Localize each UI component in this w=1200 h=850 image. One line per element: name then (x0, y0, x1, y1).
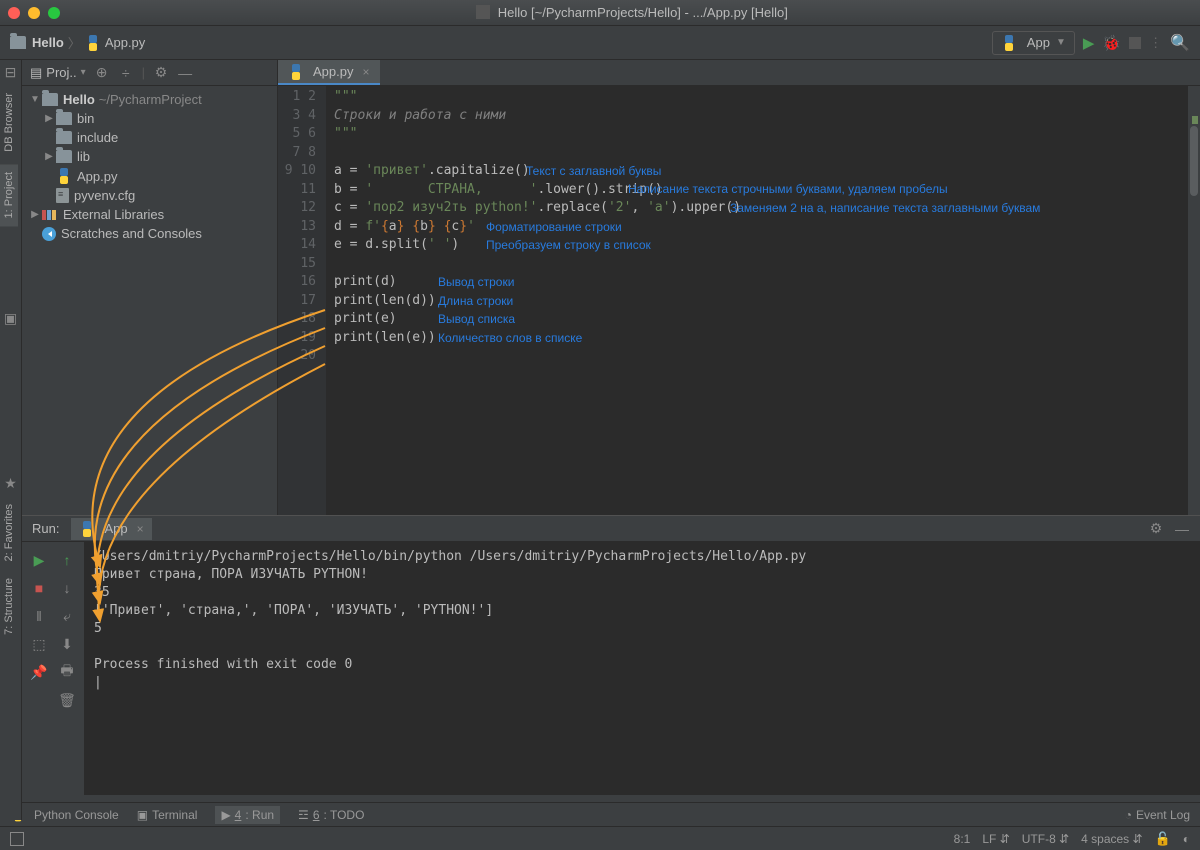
tree-file[interactable]: App.py (22, 166, 277, 186)
folder-icon (10, 36, 26, 49)
scroll-button[interactable]: ⬇ (56, 633, 78, 655)
trash-button[interactable]: 🗑 (56, 689, 78, 711)
stop-button[interactable]: ■ (28, 577, 50, 599)
run-panel-title: Run: (32, 521, 59, 536)
bottom-tab-terminal[interactable]: ▣ Terminal (137, 808, 198, 822)
bottom-tab-event-log[interactable]: ◔ Event Log (1125, 808, 1190, 822)
db-icon: ⊟ (0, 60, 21, 85)
exit-button[interactable]: ⬚ (28, 633, 50, 655)
line-gutter[interactable]: 1 2 3 4 5 6 7 8 9 10 11 12 13 14 15 16 1… (278, 86, 326, 515)
status-inspections-icon[interactable]: ◐ (1183, 832, 1190, 846)
print-button[interactable]: 🖶 (56, 661, 78, 683)
tree-folder[interactable]: ▶bin (22, 109, 277, 128)
code-annotation: Преобразуем строку в список (486, 238, 651, 252)
tree-external-libs[interactable]: ▶External Libraries (22, 205, 277, 224)
tree-root[interactable]: ▼Hello~/PycharmProject (22, 90, 277, 109)
bottom-tab-python-console[interactable]: Python Console (10, 807, 119, 823)
code-annotation: Количество слов в списке (438, 331, 582, 345)
debug-button[interactable]: 🐞 (1102, 34, 1121, 52)
window-title: Hello [~/PycharmProjects/Hello] - .../Ap… (72, 5, 1192, 20)
chevron-down-icon: ▼ (1056, 37, 1066, 48)
breadcrumb-root[interactable]: Hello (32, 35, 64, 50)
run-toolbar: ▶ ↑ ■ ↓ ‖ ⤶ ⬚ ⬇ 📌 🖶 🗑 (22, 542, 84, 795)
sidebar-tab-db-browser[interactable]: DB Browser (0, 85, 18, 160)
run-tab[interactable]: App × (71, 518, 151, 540)
breadcrumb-file[interactable]: App.py (105, 35, 145, 50)
status-caret-pos[interactable]: 8:1 (954, 832, 971, 846)
code-annotation: Текст с заглавной буквы (526, 164, 661, 178)
code-annotation: Длина строки (438, 294, 513, 308)
python-icon (85, 35, 101, 51)
folder-icon: ▣ (0, 306, 21, 331)
breadcrumb-sep: 〉 (68, 33, 81, 52)
minimize-window-icon[interactable] (28, 7, 40, 19)
app-icon (476, 5, 490, 19)
hide-icon[interactable]: — (177, 65, 193, 81)
tree-folder[interactable]: ▶lib (22, 147, 277, 166)
bottom-tab-todo[interactable]: ☲ 6: TODO (298, 808, 364, 822)
run-button[interactable]: ▶ (1083, 34, 1095, 52)
sidebar-tab-favorites[interactable]: 2: Favorites (0, 496, 18, 569)
code-editor[interactable]: App.py × 1 2 3 4 5 6 7 8 9 10 11 12 13 1… (278, 60, 1200, 515)
tree-folder[interactable]: include (22, 128, 277, 147)
run-tool-window: Run: App × ⚙ — ▶ ↑ ■ ↓ ‖ ⤶ ⬚ ⬇ 📌 🖶 🗑 /Users/d… (22, 515, 1200, 795)
bottom-tool-stripe: Python Console ▣ Terminal ▶ 4: Run ☲ 6: … (0, 802, 1200, 826)
run-output[interactable]: /Users/dmitriy/PycharmProjects/Hello/bin… (84, 542, 1200, 795)
close-tab-icon[interactable]: × (137, 522, 144, 536)
code-annotation: Заменяем 2 на а, написание текста заглав… (730, 201, 1040, 215)
maximize-window-icon[interactable] (48, 7, 60, 19)
python-icon (79, 521, 95, 537)
pin-button[interactable]: 📌 (28, 661, 50, 683)
code-annotation: Форматирование строки (486, 220, 622, 234)
tree-file[interactable]: pyvenv.cfg (22, 186, 277, 205)
titlebar: Hello [~/PycharmProjects/Hello] - .../Ap… (0, 0, 1200, 26)
vertical-scrollbar[interactable] (1188, 86, 1200, 515)
star-icon: ★ (0, 471, 21, 496)
readonly-lock-icon[interactable]: 🔓 (1155, 831, 1171, 847)
close-window-icon[interactable] (8, 7, 20, 19)
scroll-thumb[interactable] (1190, 126, 1198, 196)
project-tool-window: ▤ Proj..▾ ⊕ ÷ | ⚙ — ▼Hello~/PycharmProje… (22, 60, 278, 515)
tree-scratches[interactable]: Scratches and Consoles (22, 224, 277, 243)
hide-icon[interactable]: — (1174, 521, 1190, 537)
status-line-sep[interactable]: LF ⇵ (982, 832, 1009, 846)
code-annotation: Вывод строки (438, 275, 514, 289)
code-annotation: Написание текста строчными буквами, удал… (628, 182, 948, 196)
bottom-tab-run[interactable]: ▶ 4: Run (215, 806, 280, 824)
status-tool-windows-icon[interactable] (10, 832, 24, 846)
sidebar-tab-project[interactable]: 1: Project (0, 164, 18, 226)
status-encoding[interactable]: UTF-8 ⇵ (1022, 832, 1069, 846)
editor-tab[interactable]: App.py × (278, 60, 380, 85)
down-button[interactable]: ↓ (56, 577, 78, 599)
inspection-marker[interactable] (1192, 116, 1198, 124)
code-annotation: Вывод списка (438, 312, 515, 326)
navigation-bar: Hello 〉 App.py App ▼ ▶ 🐞 ⋮ 🔍 (0, 26, 1200, 60)
sidebar-tab-structure[interactable]: 7: Structure (0, 570, 18, 643)
project-view-select[interactable]: ▤ Proj..▾ (30, 65, 86, 81)
status-indent[interactable]: 4 spaces ⇵ (1081, 832, 1142, 846)
pause-button[interactable]: ‖ (28, 605, 50, 627)
project-tree[interactable]: ▼Hello~/PycharmProject ▶bin include ▶lib… (22, 86, 277, 515)
search-everywhere-icon[interactable]: 🔍 (1170, 33, 1190, 53)
editor-tabs: App.py × (278, 60, 1200, 86)
left-tool-stripe: ⊟ DB Browser 1: Project ▣ ★ 2: Favorites… (0, 60, 22, 820)
python-icon (1001, 35, 1017, 51)
collapse-icon[interactable]: ÷ (118, 65, 134, 81)
run-configuration-select[interactable]: App ▼ (992, 31, 1075, 55)
stop-button[interactable] (1129, 37, 1141, 49)
close-tab-icon[interactable]: × (362, 65, 369, 79)
spacer (28, 689, 50, 711)
run-up-button[interactable]: ↑ (56, 549, 78, 571)
gear-icon[interactable]: ⚙ (1148, 521, 1164, 537)
wrap-button[interactable]: ⤶ (56, 605, 78, 627)
python-icon (288, 64, 304, 80)
gear-icon[interactable]: ⚙ (153, 65, 169, 81)
status-bar: 8:1 LF ⇵ UTF-8 ⇵ 4 spaces ⇵ 🔓 ◐ (0, 826, 1200, 850)
rerun-button[interactable]: ▶ (28, 549, 50, 571)
target-icon[interactable]: ⊕ (94, 65, 110, 81)
